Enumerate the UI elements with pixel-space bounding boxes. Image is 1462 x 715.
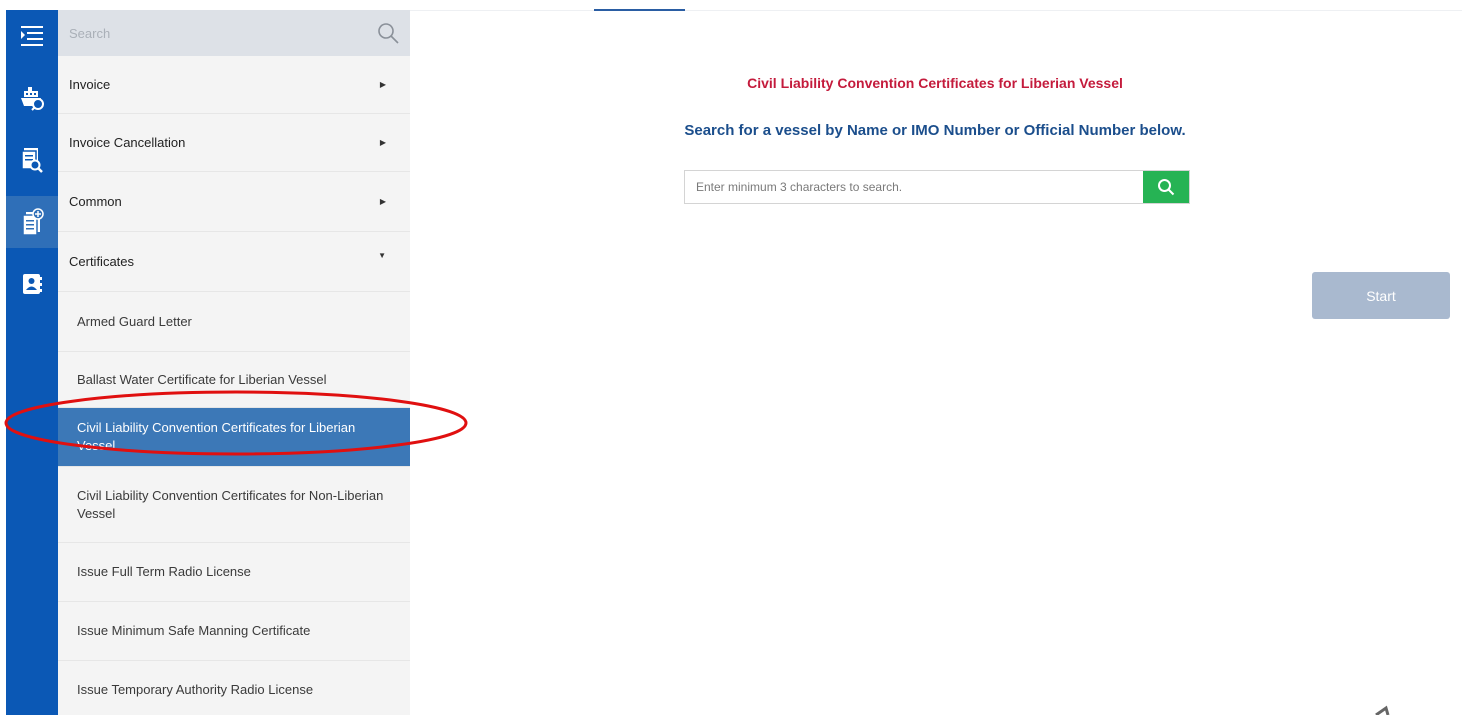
menu-item-temporary-radio-license[interactable]: Issue Temporary Authority Radio License <box>58 661 410 715</box>
menu-group-label: Certificates <box>69 254 135 269</box>
contacts-button[interactable] <box>6 258 58 310</box>
menu-item-ballast-water[interactable]: Ballast Water Certificate for Liberian V… <box>58 352 410 408</box>
search-icon <box>1158 179 1175 196</box>
top-divider <box>410 10 1462 11</box>
caret-right-icon: ▶ <box>379 80 386 89</box>
new-document-button[interactable] <box>6 196 58 248</box>
document-search-icon <box>21 148 43 173</box>
caret-right-icon: ▶ <box>379 197 386 206</box>
active-tab-indicator <box>594 9 685 11</box>
caret-down-icon: ▼ <box>378 251 386 260</box>
menu-item-clc-non-liberian[interactable]: Civil Liability Convention Certificates … <box>58 467 410 543</box>
vessel-search <box>684 170 1190 204</box>
menu-item-armed-guard-letter[interactable]: Armed Guard Letter <box>58 292 410 352</box>
search-icon[interactable] <box>376 21 400 45</box>
vessel-search-button[interactable] <box>6 72 58 124</box>
page-subtitle: Search for a vessel by Name or IMO Numbe… <box>684 122 1186 139</box>
menu-item-label: Civil Liability Convention Certificates … <box>77 420 356 453</box>
document-search-button[interactable] <box>6 134 58 186</box>
menu-group-invoice[interactable]: Invoice ▶ <box>58 56 410 114</box>
menu-item-label: Armed Guard Letter <box>77 313 192 329</box>
icon-rail <box>6 10 58 715</box>
menu-group-common[interactable]: Common ▶ <box>58 172 410 232</box>
menu-search <box>58 10 410 56</box>
new-document-icon <box>22 208 44 236</box>
vessel-search-input[interactable] <box>685 171 1143 203</box>
menu-item-label: Issue Full Term Radio License <box>77 564 251 579</box>
start-button[interactable]: Start <box>1312 272 1450 319</box>
partial-mark-icon <box>1375 705 1390 715</box>
menu-group-label: Common <box>69 194 122 209</box>
menu-item-clc-liberian[interactable]: Civil Liability Convention Certificates … <box>58 408 410 467</box>
menu-item-label: Civil Liability Convention Certificates … <box>77 487 384 521</box>
menu-toggle-button[interactable] <box>6 10 58 62</box>
caret-right-icon: ▶ <box>379 138 386 147</box>
menu-group-certificates[interactable]: Certificates ▼ <box>58 232 410 292</box>
ship-search-icon <box>21 87 44 111</box>
menu-search-input[interactable] <box>58 10 358 56</box>
menu-item-label: Ballast Water Certificate for Liberian V… <box>77 371 327 387</box>
menu-item-label: Issue Minimum Safe Manning Certificate <box>77 623 311 638</box>
contacts-book-icon <box>23 274 42 294</box>
page-title: Civil Liability Convention Certificates … <box>747 75 1123 91</box>
menu-item-minimum-safe-manning[interactable]: Issue Minimum Safe Manning Certificate <box>58 602 410 661</box>
menu-item-label: Issue Temporary Authority Radio License <box>77 682 314 697</box>
side-menu: Invoice ▶ Invoice Cancellation ▶ Common … <box>58 10 410 715</box>
menu-group-invoice-cancellation[interactable]: Invoice Cancellation ▶ <box>58 114 410 172</box>
menu-group-label: Invoice <box>69 77 111 92</box>
vessel-search-button[interactable] <box>1143 171 1189 203</box>
menu-toggle-icon <box>21 26 43 46</box>
menu-item-full-term-radio-license[interactable]: Issue Full Term Radio License <box>58 543 410 602</box>
menu-group-label: Invoice Cancellation <box>69 135 186 150</box>
